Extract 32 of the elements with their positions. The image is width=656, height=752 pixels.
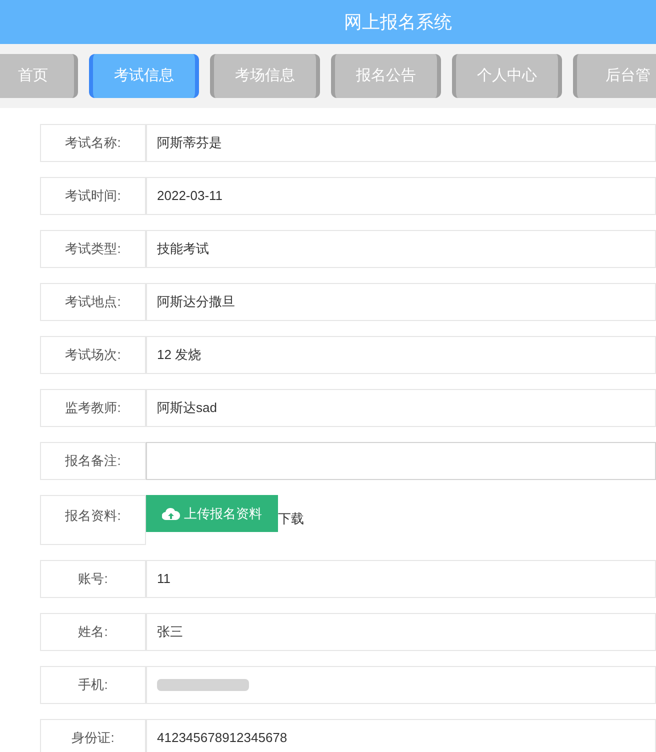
nav-tab[interactable]: 首页 <box>0 54 78 98</box>
field-label: 考试场次: <box>40 336 146 374</box>
field-label: 考试地点: <box>40 283 146 321</box>
field-label: 姓名: <box>40 613 146 651</box>
nav-tab[interactable]: 后台管 <box>573 54 656 98</box>
cloud-upload-icon <box>162 506 180 520</box>
upload-button[interactable]: 上传报名资料 <box>146 495 278 532</box>
value-cell: 技能考试 <box>146 230 656 268</box>
field-label: 报名备注: <box>40 442 146 480</box>
download-link[interactable]: 下载 <box>278 509 304 528</box>
nav-tab[interactable]: 考场信息 <box>210 54 320 98</box>
value-cell: 412345678912345678 <box>146 719 656 752</box>
field-label: 账号: <box>40 560 146 598</box>
remark-field[interactable] <box>146 442 656 480</box>
nav-tab[interactable]: 个人中心 <box>452 54 562 98</box>
field-label: 手机: <box>40 666 146 704</box>
value-cell: 阿斯蒂芬是 <box>146 124 656 162</box>
value-cell: 张三 <box>146 613 656 651</box>
field-label: 考试时间: <box>40 177 146 215</box>
value-cell: 阿斯达分撒旦 <box>146 283 656 321</box>
value-cell: 2022-03-11 <box>146 177 656 215</box>
value-cell: 12 发烧 <box>146 336 656 374</box>
field-label: 身份证: <box>40 719 146 752</box>
value-cell: 阿斯达sad <box>146 389 656 427</box>
header-title: 网上报名系统 <box>344 10 452 34</box>
nav-tab[interactable]: 报名公告 <box>331 54 441 98</box>
field-label: 报名资料: <box>40 495 146 545</box>
nav-tab[interactable]: 考试信息 <box>89 54 199 98</box>
field-label: 考试名称: <box>40 124 146 162</box>
field-label: 监考教师: <box>40 389 146 427</box>
field-label: 考试类型: <box>40 230 146 268</box>
value-cell: 11 <box>146 560 656 598</box>
